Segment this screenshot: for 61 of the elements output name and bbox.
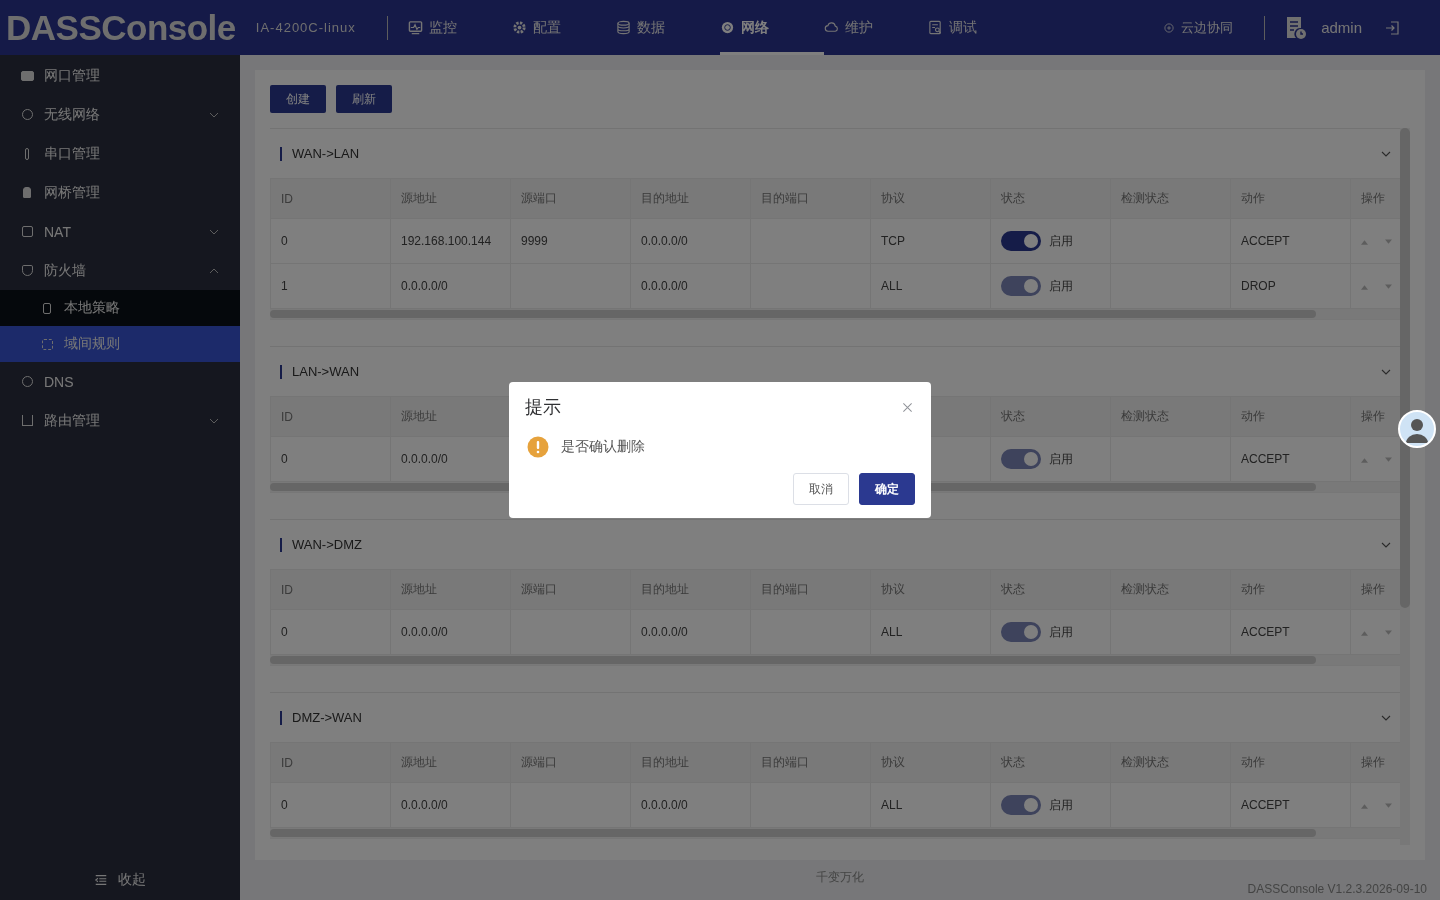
- column-header: 目的端口: [750, 178, 871, 219]
- column-header: 目的地址: [630, 178, 751, 219]
- column-header: 操作: [1350, 742, 1400, 783]
- column-header: 协议: [870, 178, 991, 219]
- column-header: 检测状态: [1110, 178, 1231, 219]
- app-logo: DASSConsole: [6, 7, 236, 48]
- dialog-title: 提示: [525, 396, 561, 419]
- table-cell: ACCEPT: [1230, 218, 1351, 264]
- table-cell: 0.0.0.0/0: [630, 263, 751, 309]
- status-cell: 启用: [990, 218, 1111, 264]
- column-header: 目的地址: [630, 742, 751, 783]
- column-header: 状态: [990, 742, 1111, 783]
- section-title: WAN->DMZ: [280, 537, 362, 552]
- status-cell: 启用: [990, 782, 1111, 828]
- table-cell: ALL: [870, 263, 991, 309]
- table-cell: 0.0.0.0/0: [630, 609, 751, 655]
- column-header: 目的地址: [630, 569, 751, 610]
- column-header: ID: [270, 569, 391, 610]
- table-cell: 0: [270, 218, 391, 264]
- column-header: 状态: [990, 178, 1111, 219]
- table-cell: TCP: [870, 218, 991, 264]
- table-cell: ACCEPT: [1230, 782, 1351, 828]
- column-header: 检测状态: [1110, 742, 1231, 783]
- column-header: ID: [270, 178, 391, 219]
- column-header: 目的端口: [750, 742, 871, 783]
- column-header: ID: [270, 396, 391, 437]
- column-header: 状态: [990, 569, 1111, 610]
- column-header: 检测状态: [1110, 396, 1231, 437]
- status-cell: 启用: [990, 436, 1111, 482]
- column-header: 目的端口: [750, 569, 871, 610]
- column-header: 操作: [1350, 396, 1400, 437]
- table-cell: 0.0.0.0/0: [630, 218, 751, 264]
- table-cell: 0.0.0.0/0: [390, 263, 511, 309]
- section-title: WAN->LAN: [280, 146, 360, 161]
- section-title: DMZ->WAN: [280, 710, 362, 725]
- table-cell: 0: [270, 782, 391, 828]
- table-cell: 0: [270, 609, 391, 655]
- section-title: LAN->WAN: [280, 364, 360, 379]
- table-cell: 1: [270, 263, 391, 309]
- status-cell: 启用: [990, 263, 1111, 309]
- table-cell: 0.0.0.0/0: [630, 782, 751, 828]
- column-header: ID: [270, 742, 391, 783]
- table-cell: DROP: [1230, 263, 1351, 309]
- status-cell: 启用: [990, 609, 1111, 655]
- table-cell: 0.0.0.0/0: [390, 609, 511, 655]
- column-header: 操作: [1350, 178, 1400, 219]
- column-header: 检测状态: [1110, 569, 1231, 610]
- table-cell: 9999: [510, 218, 631, 264]
- table-cell: ACCEPT: [1230, 436, 1351, 482]
- table-cell: 192.168.100.144: [390, 218, 511, 264]
- column-header: 协议: [870, 742, 991, 783]
- dialog-message: 是否确认删除: [561, 438, 645, 456]
- column-header: 协议: [870, 569, 991, 610]
- table-cell: ALL: [870, 609, 991, 655]
- table-cell: ACCEPT: [1230, 609, 1351, 655]
- table-cell: 0: [270, 436, 391, 482]
- table-cell: ALL: [870, 782, 991, 828]
- column-header: 操作: [1350, 569, 1400, 610]
- device-name: IA-4200C-linux: [255, 20, 356, 35]
- column-header: 状态: [990, 396, 1111, 437]
- table-cell: 0.0.0.0/0: [390, 782, 511, 828]
